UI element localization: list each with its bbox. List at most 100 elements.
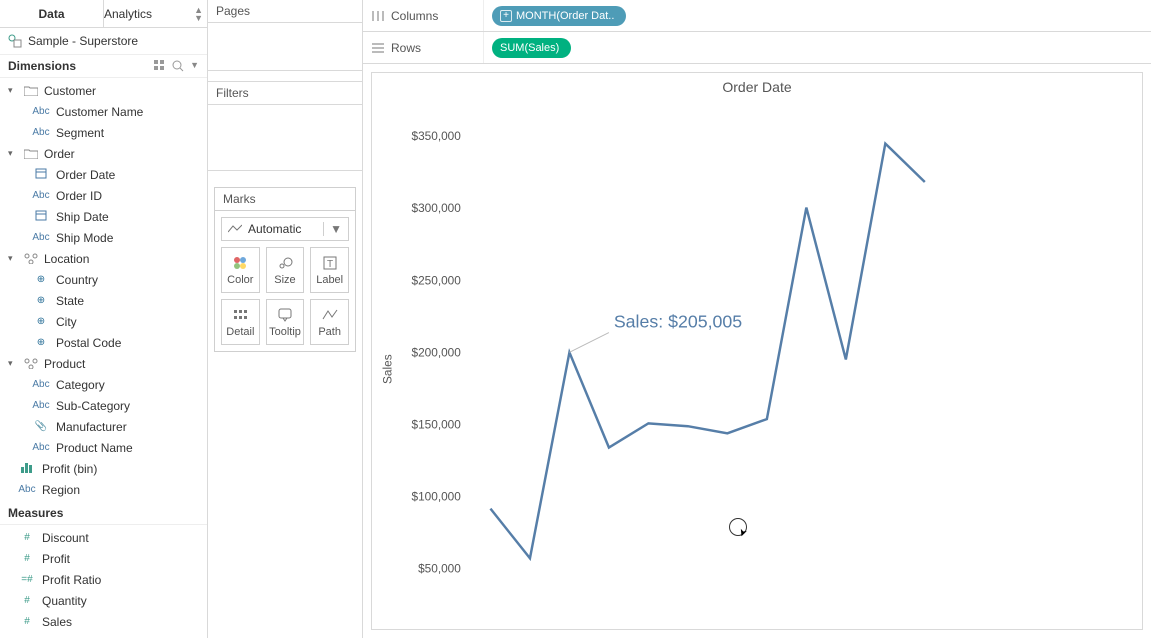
field-postal-code[interactable]: ⊕Postal Code: [0, 332, 207, 353]
marks-color[interactable]: Color: [221, 247, 260, 293]
field-label: Ship Date: [56, 210, 109, 224]
field-label: Region: [42, 483, 80, 497]
search-icon[interactable]: [172, 60, 184, 72]
detail-icon: [232, 306, 248, 324]
abc-icon: Abc: [32, 379, 50, 390]
mark-type-select[interactable]: Automatic ▼: [221, 217, 349, 241]
field-label: Profit (bin): [42, 462, 97, 476]
tab-analytics[interactable]: Analytics ▲▼: [104, 0, 207, 27]
marks-tooltip[interactable]: Tooltip: [266, 299, 305, 345]
folder-location[interactable]: ▾ Location: [0, 248, 207, 269]
tab-data[interactable]: Data: [0, 0, 104, 27]
field-category[interactable]: AbcCategory: [0, 374, 207, 395]
rows-text: Rows: [391, 41, 421, 55]
columns-shelf[interactable]: + MONTH(Order Dat..: [483, 0, 1151, 31]
field-label: Manufacturer: [56, 420, 127, 434]
number-icon: #: [18, 532, 36, 543]
field-sub-category[interactable]: AbcSub-Category: [0, 395, 207, 416]
measures-tree: # Discount #Profit =#Profit Ratio #Quanti…: [0, 525, 207, 634]
field-quantity[interactable]: #Quantity: [0, 590, 207, 611]
folder-label: Order: [44, 147, 75, 161]
filters-title: Filters: [208, 82, 362, 105]
columns-shelf-row: Columns + MONTH(Order Dat..: [363, 0, 1151, 32]
datasource-icon: [8, 34, 22, 48]
globe-icon: ⊕: [32, 337, 50, 348]
caret-down-icon: ▾: [8, 253, 18, 264]
abc-icon: Abc: [32, 127, 50, 138]
calendar-icon: [32, 167, 50, 182]
dropdown-caret-icon[interactable]: ▼: [190, 60, 199, 72]
globe-icon: ⊕: [32, 274, 50, 285]
rows-pill-sum-sales[interactable]: SUM(Sales): [492, 38, 571, 58]
folder-customer[interactable]: ▾ Customer: [0, 80, 207, 101]
field-ship-date[interactable]: Ship Date: [0, 206, 207, 227]
line-chart: $350,000 $300,000 $250,000 $200,000 $150…: [372, 73, 1142, 626]
field-label: Order ID: [56, 189, 102, 203]
field-label: Discount: [42, 531, 89, 545]
measures-label: Measures: [8, 506, 63, 520]
abc-icon: Abc: [18, 484, 36, 495]
field-order-date[interactable]: Order Date: [0, 164, 207, 185]
chart-area[interactable]: Order Date $350,000 $300,000 $250,000 $2…: [371, 72, 1143, 630]
field-order-id[interactable]: AbcOrder ID: [0, 185, 207, 206]
field-profit-bin[interactable]: Profit (bin): [0, 458, 207, 479]
field-region[interactable]: Abc Region: [0, 479, 207, 500]
annotation-text: Sales: $205,005: [614, 312, 742, 332]
field-customer-name[interactable]: Abc Customer Name: [0, 101, 207, 122]
marks-card: Marks Automatic ▼ Color Size TLabel Deta…: [214, 187, 356, 352]
field-sales[interactable]: #Sales: [0, 611, 207, 632]
field-discount[interactable]: # Discount: [0, 527, 207, 548]
datasource-name: Sample - Superstore: [28, 34, 138, 48]
columns-pill-month-order-date[interactable]: + MONTH(Order Dat..: [492, 6, 626, 26]
field-profit-ratio[interactable]: =#Profit Ratio: [0, 569, 207, 590]
marks-detail[interactable]: Detail: [221, 299, 260, 345]
marks-path[interactable]: Path: [310, 299, 349, 345]
pages-shelf[interactable]: [208, 23, 362, 71]
marks-tooltip-label: Tooltip: [269, 326, 301, 338]
calendar-icon: [32, 209, 50, 224]
histogram-icon: [18, 461, 36, 476]
pill-text: SUM(Sales): [500, 42, 559, 54]
data-line: [490, 144, 924, 559]
expand-icon: +: [500, 10, 512, 22]
folder-label: Customer: [44, 84, 96, 98]
measures-header: Measures: [0, 502, 207, 525]
field-label: Customer Name: [56, 105, 143, 119]
svg-text:$300,000: $300,000: [412, 201, 462, 215]
tooltip-icon: [277, 306, 293, 324]
abc-icon: Abc: [32, 400, 50, 411]
marks-color-label: Color: [227, 274, 253, 286]
field-state[interactable]: ⊕State: [0, 290, 207, 311]
tab-data-label: Data: [38, 7, 64, 21]
folder-order[interactable]: ▾ Order: [0, 143, 207, 164]
field-manufacturer[interactable]: 📎 Manufacturer: [0, 416, 207, 437]
caret-down-icon: ▾: [8, 85, 18, 96]
folder-open-icon: [24, 85, 38, 96]
datasource-row[interactable]: Sample - Superstore: [0, 28, 207, 55]
globe-icon: ⊕: [32, 295, 50, 306]
rows-shelf[interactable]: SUM(Sales): [483, 32, 1151, 63]
rows-icon: [371, 42, 385, 54]
field-city[interactable]: ⊕City: [0, 311, 207, 332]
svg-text:$200,000: $200,000: [412, 345, 462, 359]
folder-label: Location: [44, 252, 89, 266]
marks-size[interactable]: Size: [266, 247, 305, 293]
filters-shelf[interactable]: [208, 105, 362, 171]
folder-label: Product: [44, 357, 85, 371]
view-as-icon[interactable]: [154, 60, 166, 72]
y-axis-title: Sales: [381, 354, 395, 384]
dimensions-tree: ▾ Customer Abc Customer Name AbcSegment ▾…: [0, 78, 207, 502]
number-icon: #: [18, 553, 36, 564]
field-segment[interactable]: AbcSegment: [0, 122, 207, 143]
marks-detail-label: Detail: [226, 326, 254, 338]
field-profit[interactable]: #Profit: [0, 548, 207, 569]
folder-product[interactable]: ▾ Product: [0, 353, 207, 374]
annotation-leader: [569, 333, 608, 353]
paperclip-icon: 📎: [32, 421, 50, 432]
marks-label[interactable]: TLabel: [310, 247, 349, 293]
abc-icon: Abc: [32, 106, 50, 117]
field-ship-mode[interactable]: AbcShip Mode: [0, 227, 207, 248]
field-country[interactable]: ⊕Country: [0, 269, 207, 290]
mark-type-value: Automatic: [248, 222, 301, 236]
field-product-name[interactable]: AbcProduct Name: [0, 437, 207, 458]
